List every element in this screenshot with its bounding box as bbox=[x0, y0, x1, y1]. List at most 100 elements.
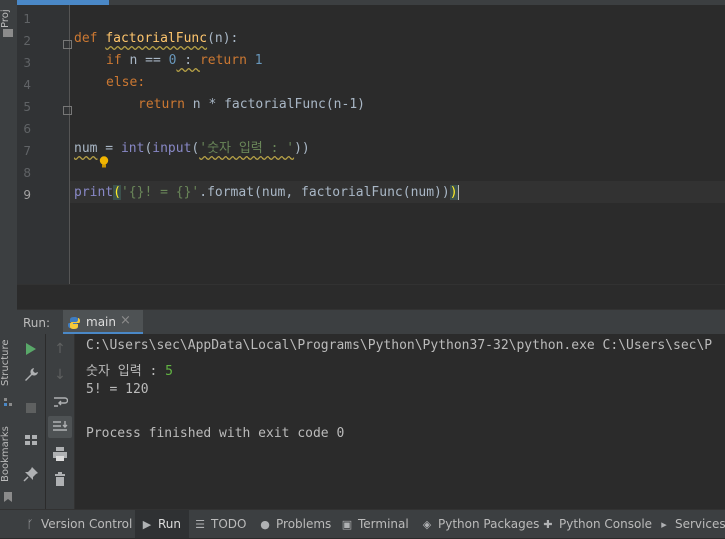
code-text: : bbox=[137, 75, 146, 90]
keyword: else bbox=[106, 75, 138, 90]
keyword: if bbox=[106, 53, 122, 68]
tab-label: Version Control bbox=[41, 517, 133, 531]
code-text: .format(num, factorialFunc(num)) bbox=[199, 185, 450, 200]
problems-icon: ● bbox=[260, 518, 270, 531]
trash-icon[interactable] bbox=[52, 471, 68, 487]
fold-marker-icon[interactable] bbox=[63, 40, 72, 49]
stop-icon[interactable] bbox=[23, 400, 39, 416]
tab-label: TODO bbox=[211, 517, 247, 531]
run-panel-header: Run: main × bbox=[17, 309, 725, 335]
tab-label: Problems bbox=[276, 517, 332, 531]
line-number-gutter: 1 2 3 4 5 6 7 8 9 bbox=[17, 5, 72, 284]
line-number: 8 bbox=[23, 166, 31, 180]
panel-splitter[interactable] bbox=[17, 284, 725, 310]
line-number: 5 bbox=[23, 100, 31, 114]
console-result-line: 5! = 120 bbox=[86, 382, 149, 397]
keyword: def bbox=[74, 31, 98, 46]
soft-wrap-icon[interactable] bbox=[52, 394, 69, 410]
console-prompt: 숫자 입력 : bbox=[86, 364, 166, 379]
pin-icon[interactable] bbox=[23, 466, 39, 482]
bottom-tool-bar: ᚴ Version Control ▶ Run ☰ TODO ● Problems ▣ T… bbox=[0, 509, 725, 538]
scroll-to-end-button[interactable] bbox=[48, 416, 72, 438]
line-number: 7 bbox=[23, 144, 31, 158]
editor-tab-strip bbox=[17, 0, 725, 5]
matched-paren: ) bbox=[449, 185, 459, 200]
run-tab-main[interactable]: main × bbox=[63, 310, 143, 335]
tab-todo[interactable]: ☰ TODO bbox=[194, 510, 246, 538]
run-tab-label: main bbox=[86, 315, 116, 329]
tab-services[interactable]: ▸ Services bbox=[658, 510, 725, 538]
terminal-icon: ▣ bbox=[341, 518, 353, 531]
run-icon: ▶ bbox=[142, 518, 152, 531]
branch-icon: ᚴ bbox=[26, 518, 34, 531]
tab-label: Terminal bbox=[358, 517, 409, 531]
line-number: 1 bbox=[23, 12, 31, 26]
print-icon[interactable] bbox=[52, 446, 68, 462]
project-tab-label: Proj bbox=[0, 9, 11, 28]
tab-version-control[interactable]: ᚴ Version Control bbox=[24, 510, 133, 538]
code-text: (n): bbox=[207, 31, 239, 46]
tab-label: Services bbox=[675, 517, 725, 531]
code-line-4: else: bbox=[106, 72, 145, 94]
variable: num bbox=[74, 141, 98, 156]
arrow-down-icon[interactable]: ↓ bbox=[52, 367, 68, 383]
run-toolbar-primary bbox=[17, 334, 45, 509]
builtin: int bbox=[120, 141, 145, 156]
code-text: : bbox=[176, 53, 200, 68]
list-icon: ☰ bbox=[195, 518, 205, 531]
matched-paren: ( bbox=[113, 185, 121, 200]
tab-python-packages[interactable]: ◈ Python Packages bbox=[421, 510, 540, 538]
tab-python-console[interactable]: ✚ Python Console bbox=[542, 510, 652, 538]
tab-run[interactable]: ▶ Run bbox=[135, 510, 190, 538]
string-literal: '숫자 입력 : ' bbox=[199, 141, 295, 156]
number-literal: 1 bbox=[254, 53, 263, 68]
console-command-line: C:\Users\sec\AppData\Local\Programs\Pyth… bbox=[86, 338, 713, 353]
structure-icon bbox=[4, 391, 12, 406]
console-user-input: 5 bbox=[165, 364, 173, 379]
rerun-icon[interactable] bbox=[23, 341, 39, 357]
folder-icon bbox=[3, 29, 13, 37]
run-panel-body: ↑ ↓ C:\Users\sec\AppData\Local\Programs\… bbox=[17, 334, 725, 509]
code-line-9: print('{}! = {}'.format(num, factorialFu… bbox=[74, 182, 459, 204]
line-number: 6 bbox=[23, 122, 31, 136]
code-editor[interactable]: 1 2 3 4 5 6 7 8 9 def factorialFunc(n): … bbox=[17, 0, 725, 284]
arrow-up-icon[interactable]: ↑ bbox=[52, 341, 68, 357]
code-line-3: if n == 0 : return 1 bbox=[106, 50, 263, 72]
wrench-icon[interactable] bbox=[23, 367, 39, 383]
code-line-7: num = int(input('숫자 입력 : ')) bbox=[74, 138, 310, 160]
tab-problems[interactable]: ● Problems bbox=[259, 510, 331, 538]
current-line-number: 9 bbox=[23, 188, 31, 202]
run-toolbar-secondary: ↑ ↓ bbox=[46, 334, 75, 509]
code-text: )) bbox=[294, 141, 310, 156]
run-panel-label: Run: bbox=[23, 316, 51, 330]
console-finished-line: Process finished with exit code 0 bbox=[86, 426, 345, 441]
tab-label: Run bbox=[158, 517, 182, 531]
close-icon[interactable]: × bbox=[120, 313, 131, 328]
function-name: factorialFunc bbox=[105, 31, 208, 46]
line-number: 4 bbox=[23, 78, 31, 92]
python-icon bbox=[67, 315, 81, 334]
bookmark-icon bbox=[4, 487, 12, 502]
scroll-to-end-icon bbox=[53, 421, 68, 431]
layout-icon[interactable] bbox=[23, 432, 39, 448]
string-literal: '{}! = {}' bbox=[120, 185, 200, 200]
console-prompt-line: 숫자 입력 : 5 bbox=[86, 360, 173, 379]
tab-label: Python Console bbox=[559, 517, 653, 531]
builtin: input bbox=[152, 141, 192, 156]
bookmarks-tab-label: Bookmarks bbox=[0, 426, 11, 482]
services-icon: ▸ bbox=[661, 518, 667, 531]
keyword: return bbox=[138, 97, 185, 112]
left-tool-strip: Proj Structure Bookmarks bbox=[0, 0, 18, 509]
code-text: n == bbox=[121, 53, 169, 68]
structure-tab-label: Structure bbox=[0, 339, 11, 386]
lightbulb-icon[interactable] bbox=[99, 153, 109, 168]
tab-terminal[interactable]: ▣ Terminal bbox=[341, 510, 409, 538]
fold-end-marker-icon[interactable] bbox=[63, 106, 72, 115]
tab-label: Python Packages bbox=[438, 517, 540, 531]
keyword: return bbox=[199, 53, 247, 68]
python-icon: ✚ bbox=[543, 518, 553, 531]
builtin: print bbox=[74, 185, 114, 200]
line-number: 3 bbox=[23, 56, 31, 70]
code-text: n * factorialFunc(n-1) bbox=[184, 97, 365, 112]
code-line-2: def factorialFunc(n): bbox=[74, 28, 238, 50]
